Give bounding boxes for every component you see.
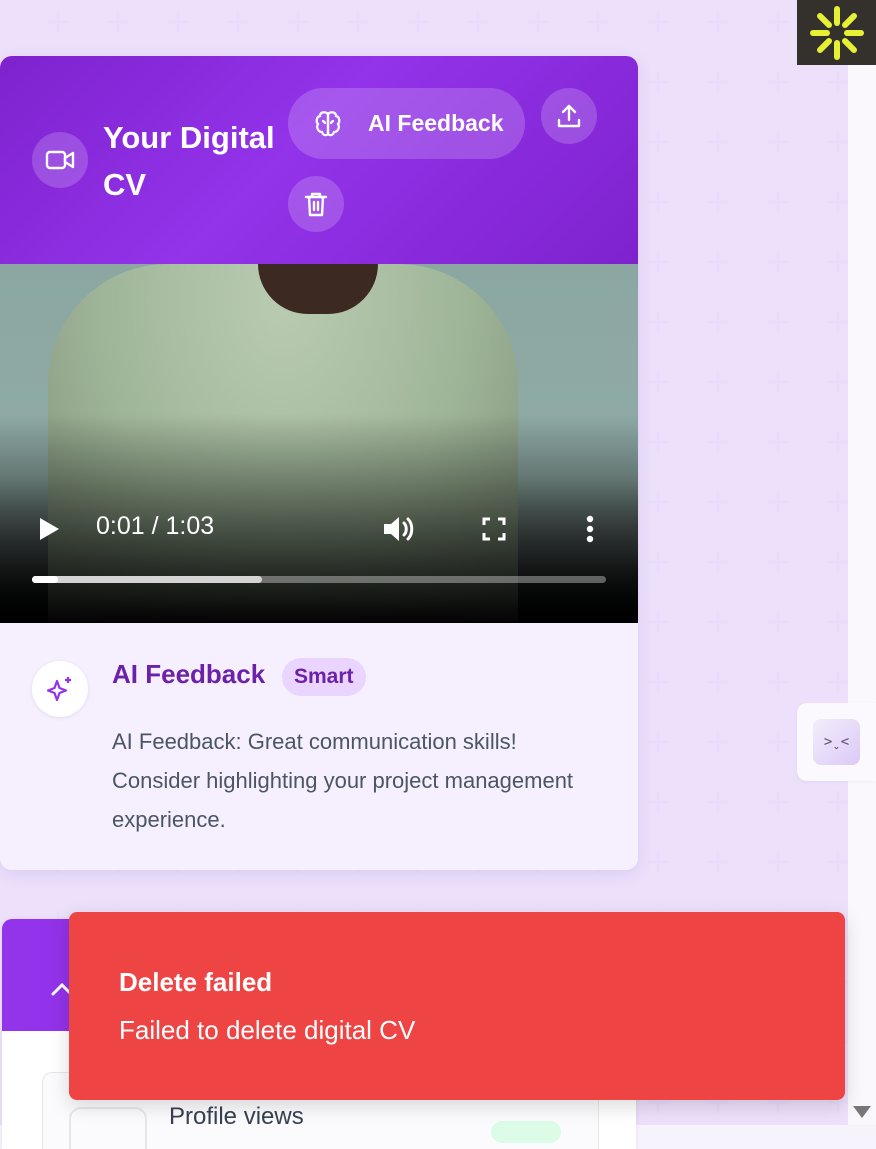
feedback-badge: Smart xyxy=(282,658,366,696)
upload-button[interactable] xyxy=(541,88,597,144)
upload-icon xyxy=(557,104,581,128)
digital-cv-header: Your Digital CV AI Feedback xyxy=(0,56,638,264)
sunburst-icon xyxy=(809,5,864,60)
assistant-side-tab[interactable]: >ˬ< xyxy=(797,703,876,781)
digital-cv-title: Your Digital CV xyxy=(103,120,275,202)
digital-cv-card: Your Digital CV AI Feedback 0:01 / 1:03 … xyxy=(0,56,638,870)
fullscreen-icon[interactable] xyxy=(482,517,506,541)
stat-trend-badge xyxy=(491,1121,561,1143)
volume-icon[interactable] xyxy=(382,514,416,544)
brand-logo[interactable] xyxy=(797,0,876,65)
delete-button[interactable] xyxy=(288,176,344,232)
more-options-icon[interactable] xyxy=(584,514,596,544)
error-toast[interactable]: Delete failed Failed to delete digital C… xyxy=(69,912,845,1100)
profile-views-label: Profile views xyxy=(169,1103,304,1130)
brain-icon xyxy=(315,111,341,137)
feedback-text: AI Feedback: Great communication skills!… xyxy=(112,729,574,832)
trash-icon xyxy=(304,192,328,217)
sparkles-icon xyxy=(32,661,88,717)
assistant-face-icon: >ˬ< xyxy=(813,719,860,765)
ai-feedback-button[interactable]: AI Feedback xyxy=(288,88,525,159)
video-camera-icon xyxy=(32,132,88,188)
play-icon[interactable] xyxy=(40,518,59,540)
toast-title: Delete failed xyxy=(119,967,273,997)
video-progress-fill xyxy=(32,576,58,583)
scroll-down-arrow[interactable] xyxy=(853,1106,871,1118)
toast-message: Failed to delete digital CV xyxy=(119,1015,416,1045)
cv-video-player[interactable]: 0:01 / 1:03 xyxy=(0,264,638,623)
video-progress-bar[interactable] xyxy=(32,576,606,583)
right-gutter xyxy=(848,0,876,1125)
video-buffered xyxy=(32,576,262,583)
video-time: 0:01 / 1:03 xyxy=(96,512,215,540)
stat-icon-box xyxy=(69,1107,147,1149)
feedback-title: AI Feedback xyxy=(112,659,266,689)
ai-feedback-button-label: AI Feedback xyxy=(368,110,504,136)
